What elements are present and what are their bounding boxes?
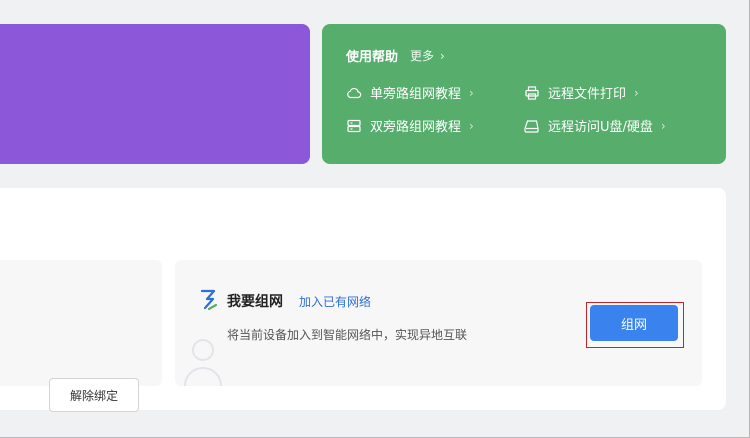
cloud-icon xyxy=(347,87,362,98)
chevron-right-icon: › xyxy=(469,118,474,133)
chevron-right-icon: › xyxy=(660,118,666,133)
network-button[interactable]: 组网 xyxy=(590,305,678,341)
network-logo-icon xyxy=(200,289,218,311)
chevron-right-icon: › xyxy=(634,85,639,100)
device-card: 解除绑定 xyxy=(0,260,162,412)
help-header: 使用帮助 更多 › xyxy=(346,46,445,66)
help-link-remote-print[interactable]: 远程文件打印 › xyxy=(524,83,639,102)
promo-banner xyxy=(0,24,310,164)
drive-icon xyxy=(524,119,539,133)
server-icon xyxy=(347,119,361,132)
user-watermark-icon xyxy=(184,339,222,386)
help-card: 使用帮助 更多 › 单旁路组网教程 › 远程文件打印 › 双旁路组网教程 › 远… xyxy=(322,24,726,164)
unbind-button[interactable]: 解除绑定 xyxy=(49,378,139,412)
help-link-label: 双旁路组网教程 xyxy=(370,120,462,135)
help-link-single-bypass[interactable]: 单旁路组网教程 › xyxy=(346,83,474,102)
help-link-label: 远程访问U盘/硬盘 xyxy=(548,120,653,135)
network-description: 将当前设备加入到智能网络中，实现异地互联 xyxy=(227,328,468,342)
network-title: 我要组网 xyxy=(227,294,283,310)
help-link-label: 单旁路组网教程 xyxy=(370,87,462,102)
printer-icon xyxy=(525,85,539,100)
help-link-remote-drive[interactable]: 远程访问U盘/硬盘 › xyxy=(524,116,666,135)
app-frame: 使用帮助 更多 › 单旁路组网教程 › 远程文件打印 › 双旁路组网教程 › 远… xyxy=(0,0,750,438)
help-link-dual-bypass[interactable]: 双旁路组网教程 › xyxy=(346,116,474,135)
chevron-right-icon: › xyxy=(469,85,474,100)
join-network-link[interactable]: 加入已有网络 xyxy=(299,293,371,310)
help-link-label: 远程文件打印 xyxy=(548,87,627,102)
device-panel: 解除绑定 我要组网 加入已有网络 将当前设备加入到智能网络中，实现异地互联 组网 xyxy=(0,188,726,412)
help-more-link[interactable]: 更多 xyxy=(410,47,434,64)
help-title: 使用帮助 xyxy=(346,50,399,65)
network-card: 我要组网 加入已有网络 将当前设备加入到智能网络中，实现异地互联 组网 xyxy=(175,260,702,386)
chevron-right-icon: › xyxy=(440,48,445,63)
